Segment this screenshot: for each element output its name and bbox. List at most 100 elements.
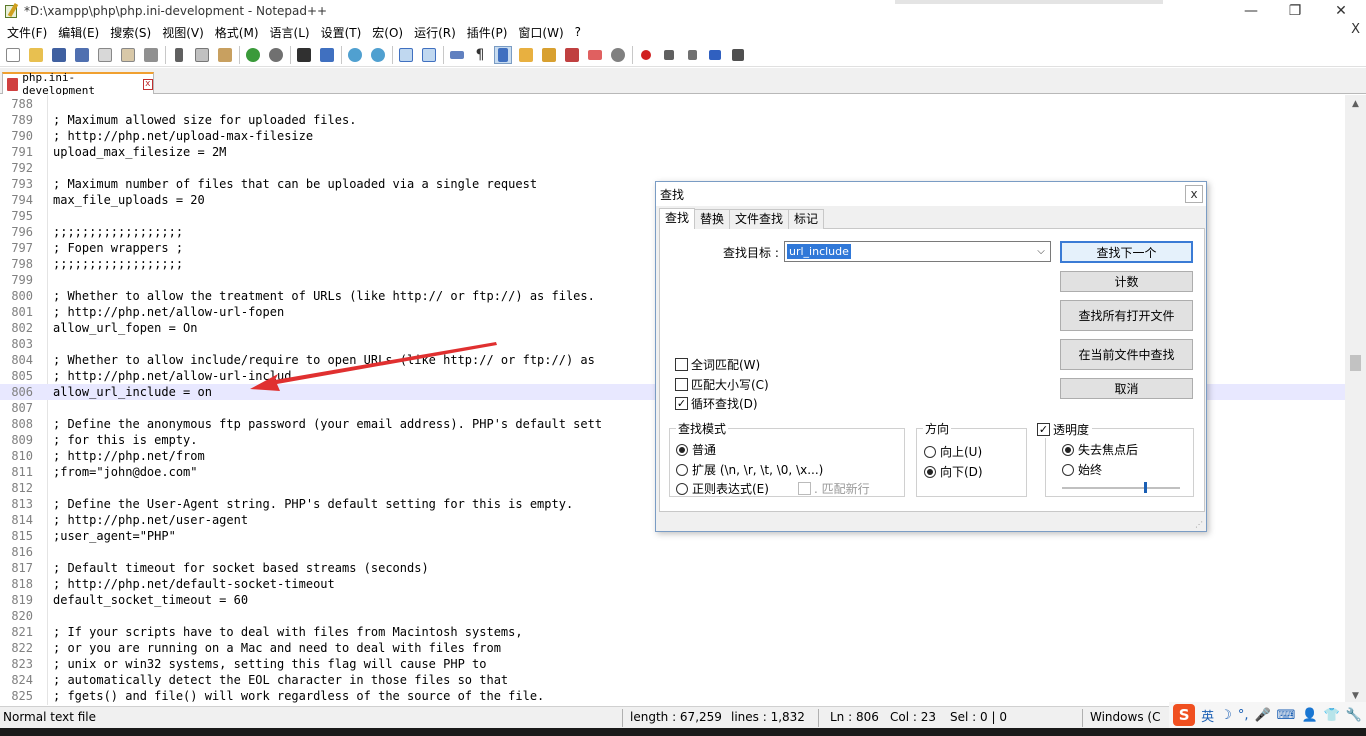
user-icon[interactable]: 👤 — [1301, 708, 1317, 723]
restore-button[interactable]: ❐ — [1272, 0, 1318, 22]
find-next-button[interactable]: 查找下一个 — [1060, 241, 1193, 263]
record-macro-icon[interactable] — [637, 46, 655, 64]
code-line[interactable]: 816 — [0, 544, 1345, 560]
transparency-always-radio[interactable]: 始终 — [1062, 461, 1102, 478]
scrollbar-thumb[interactable] — [1350, 355, 1361, 371]
code-line[interactable]: 789 ; Maximum allowed size for uploaded f… — [0, 112, 1345, 128]
code-line[interactable]: 824 ; automatically detect the EOL charac… — [0, 672, 1345, 688]
resize-grip-icon[interactable]: ⋰ — [1195, 520, 1203, 529]
code-line[interactable]: 790 ; http://php.net/upload-max-filesize — [0, 128, 1345, 144]
transparency-on-lose-focus-radio[interactable]: 失去焦点后 — [1062, 441, 1138, 458]
window-close-button[interactable]: ✕ — [1318, 0, 1364, 22]
microphone-icon[interactable]: 🎤 — [1254, 708, 1270, 723]
code-line[interactable]: 822 ; or you are running on a Mac and nee… — [0, 640, 1345, 656]
cancel-button[interactable]: 取消 — [1060, 378, 1193, 399]
replace-icon[interactable] — [318, 46, 336, 64]
sync-vertical-icon[interactable] — [397, 46, 415, 64]
paste-icon[interactable] — [216, 46, 234, 64]
find-what-combobox[interactable]: url_include ⌵ — [784, 241, 1051, 262]
dot-matches-newline-checkbox[interactable]: . 匹配新行 — [798, 480, 870, 497]
save-macro-icon[interactable] — [729, 46, 747, 64]
cut-icon[interactable] — [170, 46, 188, 64]
transparency-slider[interactable] — [1062, 482, 1180, 493]
menu-item[interactable]: 语言(L) — [266, 24, 314, 41]
minimize-button[interactable]: — — [1228, 0, 1274, 22]
tab-find[interactable]: 查找 — [659, 208, 696, 229]
whole-word-checkbox[interactable]: 全词匹配(W) — [675, 356, 760, 373]
tab-mark[interactable]: 标记 — [788, 209, 825, 229]
print-icon[interactable] — [142, 46, 160, 64]
folder-as-workspace-icon[interactable] — [586, 46, 604, 64]
menu-item[interactable]: 运行(R) — [410, 24, 460, 41]
chevron-down-icon[interactable]: ⌵ — [1034, 244, 1048, 259]
save-all-icon[interactable] — [73, 46, 91, 64]
search-mode-regex-radio[interactable]: 正则表达式(E) — [676, 480, 769, 497]
menu-item[interactable]: 视图(V) — [158, 24, 208, 41]
stop-macro-icon[interactable] — [660, 46, 678, 64]
code-line[interactable]: 791 upload_max_filesize = 2M — [0, 144, 1345, 160]
count-button[interactable]: 计数 — [1060, 271, 1193, 292]
menu-item[interactable]: 搜索(S) — [106, 24, 155, 41]
word-wrap-icon[interactable] — [448, 46, 466, 64]
search-mode-normal-radio[interactable]: 普通 — [676, 441, 716, 458]
direction-up-radio[interactable]: 向上(U) — [924, 443, 982, 460]
match-case-checkbox[interactable]: 匹配大小写(C) — [675, 376, 769, 393]
menu-item[interactable]: 格式(M) — [211, 24, 263, 41]
redo-icon[interactable] — [267, 46, 285, 64]
save-icon[interactable] — [50, 46, 68, 64]
sogou-ime-icon[interactable]: S — [1173, 704, 1196, 726]
menu-item[interactable]: 编辑(E) — [54, 24, 103, 41]
menu-item[interactable]: 设置(T) — [317, 24, 366, 41]
ime-language-toggle[interactable]: 英 — [1201, 706, 1214, 725]
punctuation-icon[interactable]: °, — [1238, 708, 1249, 723]
close-file-icon[interactable] — [96, 46, 114, 64]
tab-replace[interactable]: 替换 — [694, 209, 731, 229]
menu-item[interactable]: 宏(O) — [368, 24, 407, 41]
code-line[interactable]: 825 ; fgets() and file() will work regard… — [0, 688, 1345, 704]
user-defined-language-icon[interactable] — [517, 46, 535, 64]
tab-close-icon[interactable]: x — [142, 78, 153, 90]
code-line[interactable]: 817 ; Default timeout for socket based st… — [0, 560, 1345, 576]
play-macro-icon[interactable] — [683, 46, 701, 64]
tab-php-ini-development[interactable]: php.ini-development x — [2, 71, 154, 97]
show-all-chars-icon[interactable]: ¶ — [471, 46, 489, 64]
indent-guide-icon[interactable] — [494, 45, 512, 64]
new-file-icon[interactable] — [4, 46, 22, 64]
zoom-in-icon[interactable] — [346, 46, 364, 64]
function-list-icon[interactable] — [563, 46, 581, 64]
doc-map-icon[interactable] — [540, 46, 558, 64]
open-file-icon[interactable] — [27, 46, 45, 64]
undo-icon[interactable] — [244, 46, 262, 64]
run-macro-multiple-icon[interactable] — [706, 46, 724, 64]
slider-thumb[interactable] — [1143, 482, 1147, 493]
transparency-checkbox[interactable]: ✓ 透明度 — [1037, 421, 1093, 438]
code-line[interactable]: 820 — [0, 608, 1345, 624]
dialog-close-button[interactable]: x — [1185, 185, 1203, 203]
find-all-open-docs-button[interactable]: 查找所有打开文件 — [1060, 300, 1193, 331]
keyboard-icon[interactable]: ⌨ — [1277, 708, 1296, 723]
close-all-icon[interactable] — [119, 46, 137, 64]
code-line[interactable]: 819 default_socket_timeout = 60 — [0, 592, 1345, 608]
wrench-icon[interactable]: 🔧 — [1346, 708, 1362, 723]
skin-icon[interactable]: 👕 — [1324, 708, 1340, 723]
menu-item[interactable]: 窗口(W) — [514, 24, 567, 41]
menu-item[interactable]: 插件(P) — [463, 24, 512, 41]
code-line[interactable]: 788 — [0, 96, 1345, 112]
sync-horizontal-icon[interactable] — [420, 46, 438, 64]
code-line[interactable]: 818 ; http://php.net/default-socket-timeo… — [0, 576, 1345, 592]
zoom-out-icon[interactable] — [369, 46, 387, 64]
search-mode-extended-radio[interactable]: 扩展 (\n, \r, \t, \0, \x...) — [676, 461, 823, 478]
code-line[interactable]: 792 — [0, 160, 1345, 176]
copy-icon[interactable] — [193, 46, 211, 64]
direction-down-radio[interactable]: 向下(D) — [924, 463, 983, 480]
find-all-current-doc-button[interactable]: 在当前文件中查找 — [1060, 339, 1193, 370]
tab-find-in-files[interactable]: 文件查找 — [729, 209, 790, 229]
vertical-scrollbar[interactable]: ▲ ▼ — [1345, 95, 1366, 705]
scroll-up-icon[interactable]: ▲ — [1345, 95, 1366, 113]
monitoring-icon[interactable] — [609, 46, 627, 64]
code-line[interactable]: 821 ; If your scripts have to deal with f… — [0, 624, 1345, 640]
wrap-around-checkbox[interactable]: ✓ 循环查找(D) — [675, 395, 758, 412]
find-icon[interactable] — [295, 46, 313, 64]
menu-item[interactable]: ? — [571, 25, 585, 39]
code-line[interactable]: 823 ; unix or win32 systems, setting this… — [0, 656, 1345, 672]
